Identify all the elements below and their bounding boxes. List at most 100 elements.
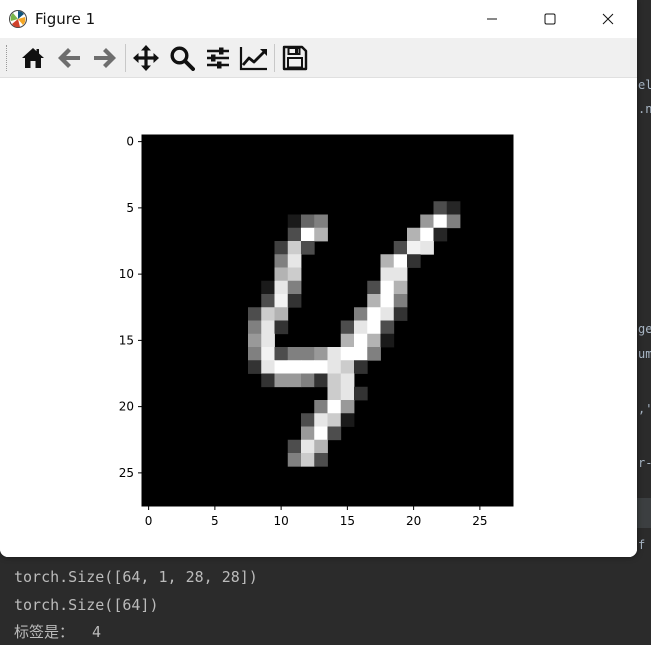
image-pixel [340,333,355,348]
close-button[interactable] [579,0,637,38]
image-pixel [420,227,434,242]
navigation-toolbar [0,38,637,78]
line-chart-icon [239,46,267,70]
y-tick-label: 5 [126,201,134,215]
x-tick-label: 10 [273,514,288,528]
image-pixel [287,254,302,268]
image-pixel [274,373,289,388]
image-pixel [301,439,315,454]
image-pixel [314,453,328,467]
image-pixel [327,400,342,414]
image-pixel [261,320,275,335]
image-pixel [248,347,262,361]
image-pixel [367,333,381,348]
image-pixel [314,426,328,441]
image-pixel [367,294,381,308]
image-pixel [446,201,461,215]
console-line: torch.Size([64]) [14,595,159,614]
image-pixel [274,347,289,361]
image-pixel [274,360,289,374]
image-pixel [261,333,275,348]
zoom-button[interactable] [164,41,200,75]
image-pixel [287,227,302,242]
ide-code-fragment: ,' [638,402,651,416]
y-tick-label: 15 [119,333,134,347]
pan-button[interactable] [128,41,164,75]
x-tick-label: 15 [340,514,355,528]
image-pixel [301,214,315,229]
image-pixel [314,227,328,242]
image-pixel [327,413,342,427]
image-pixel [287,347,302,361]
image-pixel [420,241,434,255]
image-pixel [327,386,342,401]
matplotlib-logo-icon [8,9,28,29]
console-line: torch.Size([64, 1, 28, 28]) [14,568,258,586]
close-icon [602,13,614,25]
image-pixel [446,214,461,229]
image-pixel [354,333,368,348]
maximize-icon [544,13,556,25]
ide-panel-divider [637,498,651,528]
image-pixel [393,294,408,308]
image-pixel [287,453,302,467]
y-tick-label: 0 [126,135,134,149]
image-pixel [274,320,289,335]
image-pixel [287,373,302,388]
forward-button[interactable] [87,41,123,75]
image-pixel [340,400,355,414]
back-button[interactable] [51,41,87,75]
image-pixel [301,347,315,361]
image-pixel [380,307,395,321]
image-pixel [393,254,408,268]
image-pixel [327,347,342,361]
home-icon [22,47,44,68]
minimize-button[interactable] [463,0,521,38]
y-tick-label: 25 [119,466,134,480]
home-button[interactable] [15,41,51,75]
image-pixel [301,426,315,441]
x-tick-label: 25 [472,514,487,528]
image-pixel [433,227,448,242]
image-pixel [380,280,395,295]
figure-canvas[interactable]: 0 5 10 15 20 25 0 5 10 15 20 25 [0,78,637,557]
image-pixel [248,307,262,321]
toolbar-separator [125,43,126,72]
image-pixel [314,413,328,427]
image-pixel [340,320,355,335]
image-pixel [354,347,368,361]
image-pixel [261,294,275,308]
toolbar-separator [274,43,275,72]
x-tick-label: 20 [406,514,421,528]
image-pixel [261,373,275,388]
maximize-button[interactable] [521,0,579,38]
image-pixel [248,360,262,374]
image-pixel [380,294,395,308]
title-bar[interactable]: Figure 1 [0,0,637,38]
y-tick-label: 20 [119,400,134,414]
image-pixel [274,254,289,268]
save-button[interactable] [277,41,313,75]
image-pixel [354,320,368,335]
image-pixel [301,373,315,388]
image-pixel [340,386,355,401]
image-pixel [393,267,408,282]
image-pixel [340,373,355,388]
image-pixel [314,360,328,374]
magnifier-icon [170,45,195,71]
image-pixel [287,360,302,374]
edit-axes-button[interactable] [236,41,272,75]
image-pixel [287,280,302,295]
toolbar-grip[interactable] [6,44,9,71]
image-pixel [274,267,289,282]
image-pixel [274,294,289,308]
image-pixel [314,439,328,454]
image-pixel [380,320,395,335]
floppy-disk-icon [282,45,308,70]
image-pixel [354,307,368,321]
arrow-right-icon [94,47,116,68]
configure-subplots-button[interactable] [200,41,236,75]
image-pixel [314,373,328,388]
image-pixel [287,294,302,308]
image-pixel [433,214,448,229]
